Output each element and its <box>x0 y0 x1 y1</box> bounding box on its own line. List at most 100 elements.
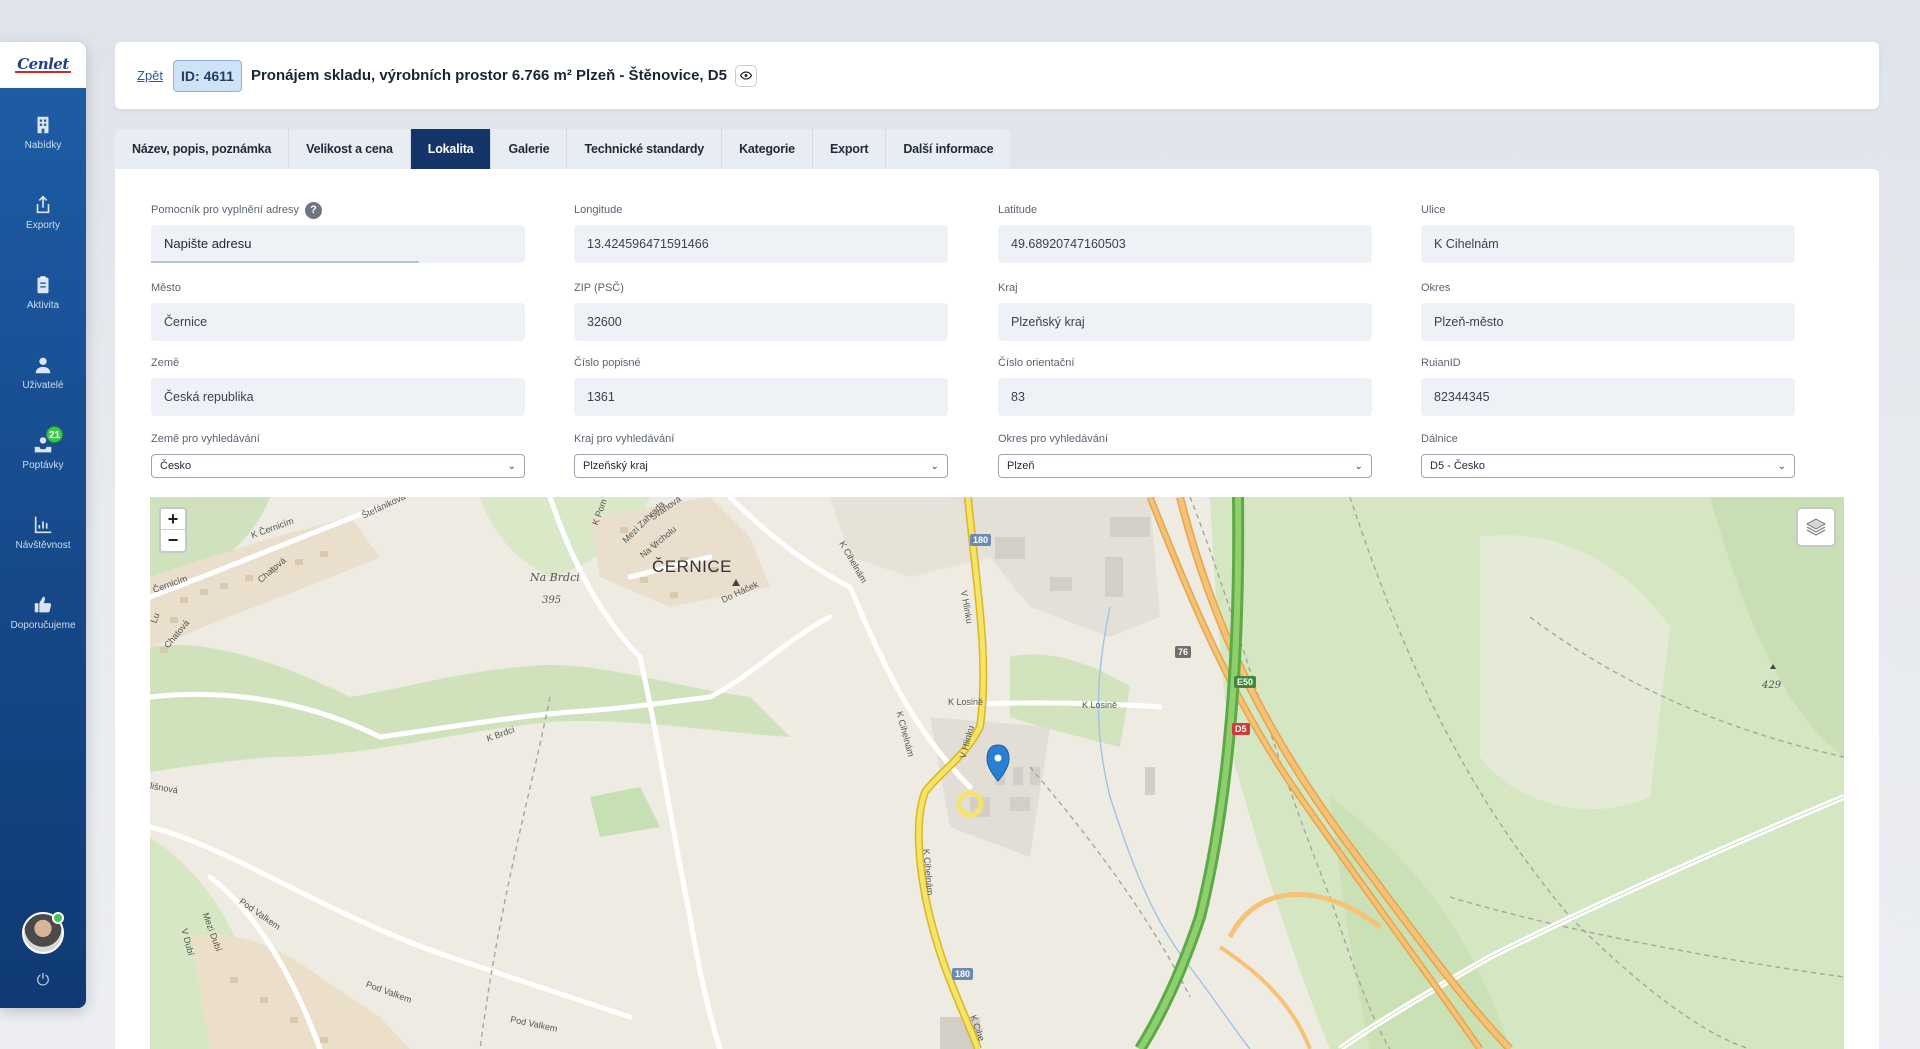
zoom-in-button[interactable]: + <box>161 509 185 530</box>
ruian-input[interactable]: 82344345 <box>1421 378 1795 416</box>
select-value: Česko <box>160 460 192 472</box>
field-label: Okres <box>1421 282 1451 294</box>
city-input[interactable]: Černice <box>151 303 525 341</box>
tab-export[interactable]: Export <box>812 129 887 169</box>
select-value: Plzeň <box>1007 460 1035 472</box>
zoom-out-button[interactable]: − <box>161 530 185 551</box>
field-label: Okres pro vyhledávání <box>998 433 1109 445</box>
sidebar-item-label: Návštěvnost <box>15 540 71 551</box>
street-input[interactable]: K Cihelnám <box>1421 225 1795 263</box>
address-placeholder: Napište adresu <box>164 235 252 251</box>
layers-icon[interactable] <box>1796 507 1836 547</box>
highway-field: Dálnice D5 - Česko ⌄ <box>1421 432 1795 478</box>
chevron-down-icon: ⌄ <box>507 460 516 472</box>
building-icon <box>32 114 54 136</box>
city-field: Město Černice <box>151 281 525 341</box>
search-district-select[interactable]: Plzeň ⌄ <box>998 454 1372 478</box>
sidebar-item-label: Poptávky <box>22 460 64 471</box>
chevron-down-icon: ⌄ <box>1354 460 1363 472</box>
region-input[interactable]: Plzeňský kraj <box>998 303 1372 341</box>
share-icon <box>32 194 54 216</box>
route-shield: E50 <box>1234 676 1257 688</box>
route-shield: 180 <box>952 968 974 980</box>
sidebar-item-label: Exporty <box>26 220 60 231</box>
notification-badge: 21 <box>46 426 63 443</box>
clipboard-icon <box>32 274 54 296</box>
tab-lokalita[interactable]: Lokalita <box>410 129 492 169</box>
avatar[interactable] <box>22 912 64 954</box>
help-icon[interactable]: ? <box>304 201 322 219</box>
latitude-input[interactable]: 49.68920747160503 <box>998 225 1372 263</box>
search-country-field: Země pro vyhledávání Česko ⌄ <box>151 432 525 478</box>
country-input[interactable]: Česká republika <box>151 378 525 416</box>
tab-dalsi-informace[interactable]: Další informace <box>886 129 1011 169</box>
sidebar-item-label: Uživatelé <box>22 380 64 391</box>
user-icon <box>32 354 54 376</box>
tab-technicke-standardy[interactable]: Technické standardy <box>567 129 723 169</box>
route-shield: 180 <box>970 534 992 546</box>
back-link[interactable]: Zpět <box>137 68 163 83</box>
house-number-field: Číslo popisné 1361 <box>574 356 948 416</box>
eye-icon[interactable] <box>734 64 757 87</box>
page-title: Pronájem skladu, výrobních prostor 6.766… <box>250 67 727 84</box>
zip-input[interactable]: 32600 <box>574 303 948 341</box>
district-input[interactable]: Plzeň-město <box>1421 303 1795 341</box>
tab-kategorie[interactable]: Kategorie <box>722 129 813 169</box>
sidebar-item-aktivita[interactable]: Aktivita <box>0 274 86 311</box>
latitude-field: Latitude 49.68920747160503 <box>998 203 1372 263</box>
map-hill-label: Na Brdci <box>530 571 580 584</box>
address-search-input[interactable]: Napište adresu <box>151 225 525 263</box>
field-label: ZIP (PSČ) <box>574 282 624 294</box>
field-label: Město <box>151 282 181 294</box>
field-label: Číslo orientační <box>998 357 1075 369</box>
longitude-input[interactable]: 13.424596471591466 <box>574 225 948 263</box>
search-region-select[interactable]: Plzeňský kraj ⌄ <box>574 454 948 478</box>
online-status-dot <box>52 912 64 924</box>
field-label: Latitude <box>998 204 1038 216</box>
longitude-field: Longitude 13.424596471591466 <box>574 203 948 263</box>
input-underline <box>151 261 419 263</box>
map-elevation-label: 395 <box>542 595 562 606</box>
thumbs-up-icon <box>32 594 54 616</box>
tab-galerie[interactable]: Galerie <box>491 129 568 169</box>
location-map[interactable]: + − ČERNICE Na Brdci 395 429 180 180 E50… <box>150 497 1844 1049</box>
search-country-select[interactable]: Česko ⌄ <box>151 454 525 478</box>
zoom-control: + − <box>159 507 187 553</box>
street-label: K Losině <box>1082 700 1118 710</box>
sidebar-item-label: Aktivita <box>26 300 60 311</box>
chevron-down-icon: ⌄ <box>1777 460 1786 472</box>
logo[interactable]: Cenlet <box>0 42 86 88</box>
sidebar: Cenlet Nabídky Exporty Aktivita Uživatel… <box>0 42 86 1008</box>
power-icon[interactable]: ⏻ <box>0 972 86 990</box>
sidebar-item-exporty[interactable]: Exporty <box>0 194 86 231</box>
field-label: Pomocník pro vyplnění adresy <box>151 204 299 216</box>
sidebar-item-uzivatele[interactable]: Uživatelé <box>0 354 86 391</box>
field-label: Číslo popisné <box>574 357 641 369</box>
sidebar-item-doporucujeme[interactable]: Doporučujeme <box>0 594 86 631</box>
field-label: Země <box>151 357 180 369</box>
sidebar-item-label: Nabídky <box>24 140 62 151</box>
select-value: Plzeňský kraj <box>583 460 648 472</box>
house-number-input[interactable]: 1361 <box>574 378 948 416</box>
sidebar-item-navstevnost[interactable]: Návštěvnost <box>0 514 86 551</box>
sidebar-item-nabidky[interactable]: Nabídky <box>0 114 86 151</box>
map-elevation-label: 429 <box>1762 680 1782 691</box>
tab-bar: Název, popis, poznámka Velikost a cena L… <box>115 129 1011 169</box>
tab-nazev[interactable]: Název, popis, poznámka <box>115 129 290 169</box>
field-label: Kraj pro vyhledávání <box>574 433 675 445</box>
orientation-number-input[interactable]: 83 <box>998 378 1372 416</box>
highway-select[interactable]: D5 - Česko ⌄ <box>1421 454 1795 478</box>
field-label: Kraj <box>998 282 1018 294</box>
chevron-down-icon: ⌄ <box>930 460 939 472</box>
map-town-label: ČERNICE <box>652 557 733 576</box>
route-shield: 76 <box>1175 646 1192 658</box>
field-label: Země pro vyhledávání <box>151 433 260 445</box>
sidebar-item-poptavky[interactable]: 21 Poptávky <box>0 426 86 471</box>
district-field: Okres Plzeň-město <box>1421 281 1795 341</box>
street-field: Ulice K Cihelnám <box>1421 203 1795 263</box>
orientation-number-field: Číslo orientační 83 <box>998 356 1372 416</box>
address-helper-field: Pomocník pro vyplnění adresy? Napište ad… <box>151 201 525 263</box>
map-base-layer <box>150 497 1844 1049</box>
logo-text: Cenlet <box>15 55 71 73</box>
tab-velikost[interactable]: Velikost a cena <box>289 129 411 169</box>
